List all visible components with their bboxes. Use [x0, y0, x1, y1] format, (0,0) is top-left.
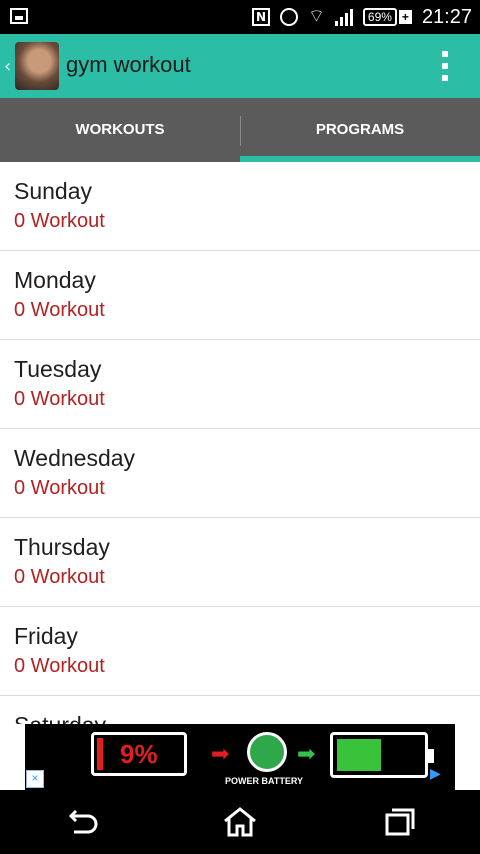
full-battery-icon — [330, 732, 434, 778]
arrow-right-icon: ➡ — [211, 742, 230, 767]
ad-close-icon[interactable]: × — [26, 770, 44, 788]
low-battery-icon: 9% — [91, 732, 187, 776]
nfc-icon: N — [251, 8, 270, 26]
list-item[interactable]: Tuesday 0 Workout — [0, 340, 480, 429]
arrow-right-icon: ➡ — [297, 742, 316, 767]
list-item[interactable]: Thursday 0 Workout — [0, 518, 480, 607]
clock: 21:27 — [421, 5, 472, 28]
battery-app-icon — [247, 732, 287, 772]
tab-label: PROGRAMS — [315, 121, 405, 138]
ad-banner[interactable]: 9% ➡ POWER BATTERY ➡ × ▶ — [0, 724, 480, 790]
day-name: Sunday — [14, 178, 93, 204]
recents-button[interactable] — [370, 798, 430, 846]
list-item[interactable]: Sunday 0 Workout — [0, 162, 480, 251]
home-button[interactable] — [210, 798, 270, 846]
workout-count: 0 Workout — [14, 566, 105, 588]
battery-indicator: 69% + — [362, 8, 412, 26]
list-item[interactable]: Monday 0 Workout — [0, 251, 480, 340]
tab-programs[interactable]: PROGRAMS — [240, 98, 480, 162]
ad-battery-level: 9% — [120, 739, 158, 769]
day-list: Sunday 0 Workout Monday 0 Workout Tuesda… — [0, 162, 480, 785]
back-icon — [68, 809, 98, 834]
overflow-menu-icon[interactable] — [442, 51, 450, 81]
list-item[interactable]: Wednesday 0 Workout — [0, 429, 480, 518]
signal-icon — [334, 8, 353, 26]
charging-icon: + — [398, 10, 412, 24]
recents-icon — [385, 808, 415, 836]
day-name: Tuesday — [14, 356, 102, 382]
app-logo[interactable] — [15, 42, 59, 90]
workout-count: 0 Workout — [14, 655, 105, 677]
app-title: gym workout — [66, 52, 191, 77]
day-name: Thursday — [14, 534, 110, 560]
workout-count: 0 Workout — [14, 477, 105, 499]
gallery-notification-icon — [10, 8, 28, 24]
ad-creative[interactable]: 9% ➡ POWER BATTERY ➡ — [25, 724, 455, 790]
ad-brand: POWER BATTERY — [225, 776, 303, 786]
ad-play-icon[interactable]: ▶ — [430, 766, 441, 782]
up-chevron-icon[interactable]: ‹ — [4, 56, 11, 77]
workout-count: 0 Workout — [14, 388, 105, 410]
tab-bar: WORKOUTS PROGRAMS — [0, 98, 480, 162]
tab-label: WORKOUTS — [75, 121, 165, 138]
day-name: Friday — [14, 623, 78, 649]
wifi-icon: ⌔ — [307, 6, 325, 27]
app-bar: ‹ gym workout — [0, 34, 480, 98]
status-bar: N ⌔ 69% + 21:27 — [0, 0, 480, 34]
alarm-icon — [279, 8, 298, 26]
home-icon — [224, 807, 256, 837]
system-nav-bar — [0, 790, 480, 854]
workout-count: 0 Workout — [14, 210, 105, 232]
back-button[interactable] — [50, 798, 110, 846]
battery-percent: 69% — [362, 8, 397, 26]
day-name: Monday — [14, 267, 96, 293]
day-name: Wednesday — [14, 445, 136, 471]
tab-workouts[interactable]: WORKOUTS — [0, 98, 240, 162]
workout-count: 0 Workout — [14, 299, 105, 321]
list-item[interactable]: Friday 0 Workout — [0, 607, 480, 696]
